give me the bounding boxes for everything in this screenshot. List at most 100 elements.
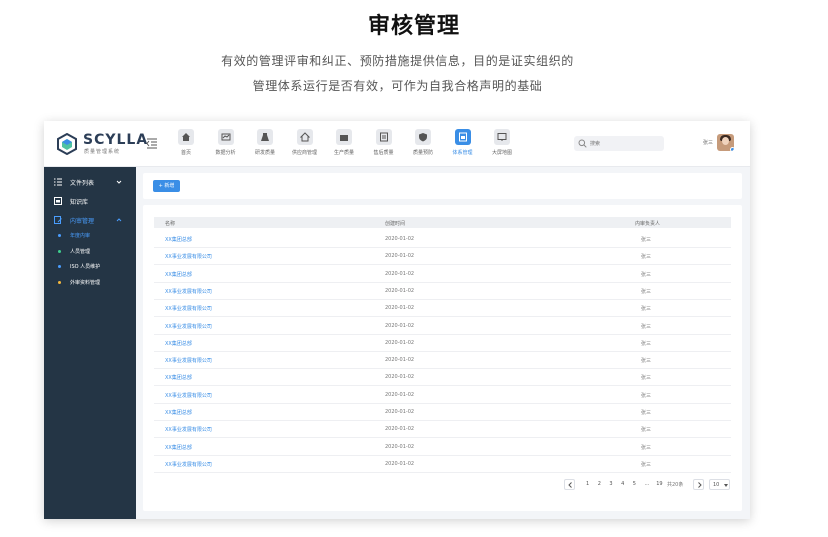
- table-row: XX集团总部 2020-01-02 张三: [154, 439, 731, 456]
- table-row: XX事业发展有限公司 2020-01-02 张三: [154, 387, 731, 404]
- owner-cell: 张三: [641, 237, 652, 243]
- name-cell[interactable]: XX事业发展有限公司: [165, 253, 212, 260]
- sidebar-item-label: 内审管理: [70, 218, 95, 225]
- sidebar-item-file-list[interactable]: 文件列表: [44, 173, 136, 191]
- bullet-icon: [58, 265, 61, 268]
- name-cell[interactable]: XX事业发展有限公司: [165, 426, 212, 433]
- created-date-cell: 2020-01-02: [385, 322, 415, 329]
- sidebar-subitem[interactable]: 人员管理: [44, 245, 136, 259]
- column-header-created: 创建时间: [385, 221, 406, 227]
- description-line-1: 有效的管理评审和纠正、预防措施提供信息，目的是证实组织的: [221, 54, 574, 68]
- sidebar: 文件列表 知识库 内审管理 年度内审人员管理 ISO 人员维护外审资料管理: [44, 167, 136, 519]
- sidebar-subitem[interactable]: 外审资料管理: [44, 276, 136, 290]
- factory-icon: [336, 129, 352, 145]
- home-icon: [178, 129, 194, 145]
- audit-table: 名称 创建时间 内审负责人 XX集团总部 2020-01-02 张三 XX事业发展有限…: [143, 205, 742, 511]
- sidebar-subitem-label: 外审资料管理: [70, 279, 101, 286]
- sidebar-item-label: 文件列表: [70, 180, 95, 187]
- avatar[interactable]: [717, 134, 734, 151]
- page-number[interactable]: 2: [598, 481, 601, 487]
- created-date-cell: 2020-01-02: [385, 253, 415, 260]
- sidebar-subitem-label: 人员管理: [70, 248, 91, 255]
- table-row: XX事业发展有限公司 2020-01-02 张三: [154, 248, 731, 266]
- pagination: 1 2 3 4 5... 19 共20条 10: [143, 479, 742, 490]
- page-number[interactable]: 4: [621, 481, 624, 487]
- online-status-dot: [730, 147, 734, 151]
- service-icon: [375, 129, 392, 145]
- page-number[interactable]: 5: [633, 481, 636, 487]
- name-cell[interactable]: XX事业发展有限公司: [165, 288, 212, 295]
- system-icon: [454, 129, 471, 145]
- owner-cell: 张三: [641, 410, 652, 416]
- page-size-select[interactable]: 10: [709, 479, 730, 490]
- table-row: XX事业发展有限公司 2020-01-02 张三: [154, 421, 731, 439]
- created-date-cell: 2020-01-02: [385, 374, 415, 381]
- name-cell[interactable]: XX事业发展有限公司: [165, 305, 212, 312]
- description-line-2: 管理体系运行是否有效，可作为自我合格声明的基础: [252, 79, 543, 93]
- column-header-owner: 内审负责人: [635, 221, 661, 227]
- prev-page-button[interactable]: [564, 479, 575, 490]
- nav-item-8[interactable]: 大屏地图: [479, 127, 525, 163]
- owner-cell: 张三: [641, 254, 652, 261]
- sidebar-item-knowledge-base[interactable]: 知识库: [44, 192, 136, 210]
- chevron-left-icon: [568, 482, 572, 488]
- name-cell[interactable]: XX集团总部: [165, 374, 192, 381]
- name-cell[interactable]: XX事业发展有限公司: [165, 392, 212, 399]
- bullet-icon: [58, 280, 61, 284]
- table-row: XX集团总部 2020-01-02 张三: [154, 404, 731, 421]
- table-header: 名称 创建时间 内审负责人: [154, 217, 731, 228]
- created-date-cell: 2020-01-02: [385, 270, 415, 277]
- page-number[interactable]: 3: [609, 481, 612, 487]
- created-date-cell: 2020-01-02: [385, 305, 415, 312]
- menu-collapse-icon[interactable]: [146, 137, 158, 149]
- table-row: XX集团总部 2020-01-02 张三: [154, 335, 731, 352]
- app-window: SCYLLA 质量管理系统 首页 数据分析 研发质量 供应商管理 生产质量 售后质量 质量预…: [44, 121, 750, 519]
- owner-cell: 张三: [641, 461, 652, 468]
- name-cell[interactable]: XX事业发展有限公司: [165, 461, 212, 468]
- owner-cell: 张三: [641, 444, 652, 451]
- sidebar-subitem[interactable]: ISO 人员维护: [44, 260, 136, 274]
- chevron-down-icon: [724, 484, 728, 487]
- page-number[interactable]: 19: [656, 481, 662, 487]
- owner-cell: 张三: [641, 306, 652, 313]
- name-cell[interactable]: XX事业发展有限公司: [165, 357, 212, 364]
- next-page-button[interactable]: [693, 479, 704, 490]
- shield-icon: [415, 129, 431, 145]
- page-number[interactable]: 1: [586, 481, 589, 487]
- search-input[interactable]: [590, 138, 660, 149]
- name-cell[interactable]: XX集团总部: [165, 236, 192, 243]
- sidebar-subitem[interactable]: 年度内审: [44, 229, 136, 243]
- brand-logo-icon: [57, 133, 77, 155]
- list-icon: [54, 178, 62, 186]
- name-cell[interactable]: XX集团总部: [165, 340, 192, 347]
- book-icon: [54, 197, 62, 205]
- page-size-value: 10: [713, 482, 720, 488]
- created-date-cell: 2020-01-02: [385, 391, 415, 398]
- name-cell[interactable]: XX集团总部: [165, 409, 192, 416]
- chevron-down-icon: [116, 180, 122, 184]
- brand-subtitle: 质量管理系统: [84, 149, 121, 155]
- add-button[interactable]: + 新增: [153, 180, 180, 192]
- owner-cell: 张三: [641, 358, 652, 365]
- top-navigation-bar: SCYLLA 质量管理系统 首页 数据分析 研发质量 供应商管理 生产质量 售后质量 质量预…: [44, 121, 750, 167]
- created-date-cell: 2020-01-02: [385, 409, 415, 415]
- name-cell[interactable]: XX集团总部: [165, 271, 192, 278]
- owner-cell: 张三: [641, 392, 652, 399]
- column-header-name: 名称: [165, 221, 176, 227]
- search-box[interactable]: [574, 136, 664, 151]
- name-cell[interactable]: XX集团总部: [165, 444, 192, 451]
- name-cell[interactable]: XX事业发展有限公司: [165, 323, 212, 330]
- sidebar-subitem-label: 年度内审: [70, 233, 91, 239]
- chevron-right-icon: [698, 482, 702, 488]
- owner-cell: 张三: [641, 375, 652, 382]
- table-row: XX事业发展有限公司 2020-01-02 张三: [154, 300, 731, 318]
- created-date-cell: 2020-01-02: [385, 443, 415, 450]
- audit-icon: [54, 216, 62, 224]
- chevron-up-icon: [116, 218, 122, 222]
- created-date-cell: 2020-01-02: [385, 236, 415, 242]
- sidebar-item-internal-audit[interactable]: 内审管理: [44, 211, 136, 229]
- table-row: XX集团总部 2020-01-02 张三: [154, 369, 731, 387]
- created-date-cell: 2020-01-02: [385, 357, 415, 364]
- user-name: 张三: [703, 140, 714, 146]
- created-date-cell: 2020-01-02: [385, 426, 415, 433]
